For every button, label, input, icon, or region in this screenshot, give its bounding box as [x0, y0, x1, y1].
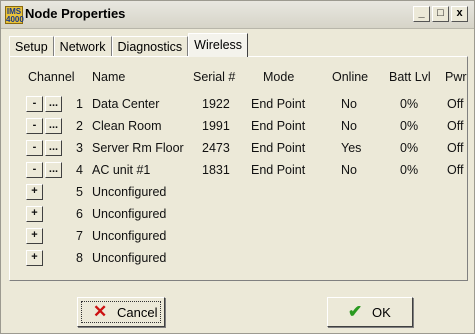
add-channel-button[interactable]: + — [26, 184, 43, 200]
window-title: Node Properties — [25, 6, 126, 21]
channel-number: 8 — [76, 251, 83, 265]
tab-setup[interactable]: Setup — [9, 36, 54, 57]
serial-number: 2473 — [202, 141, 230, 155]
ok-label: OK — [372, 305, 391, 320]
green-check-icon: ✔ — [348, 302, 363, 321]
serial-number: 1922 — [202, 97, 230, 111]
edit-channel-button[interactable]: ... — [45, 162, 62, 178]
serial-number: 1991 — [202, 119, 230, 133]
online-status: No — [341, 97, 357, 111]
channel-name: Data Center — [92, 97, 160, 111]
red-x-icon: ✕ — [93, 302, 108, 321]
tab-diagnostics[interactable]: Diagnostics — [111, 36, 189, 57]
channel-row: -... 3 Server Rm Floor 2473 End Point Yes 0% Of… — [1, 139, 475, 159]
title-bar[interactable]: IMS 4000 Node Properties _ □ x — [1, 1, 474, 29]
battery-level: 0% — [400, 119, 419, 133]
add-channel-button[interactable]: + — [26, 206, 43, 222]
app-logo-icon: IMS 4000 — [5, 6, 24, 24]
cancel-button[interactable]: ✕ Cancel — [77, 297, 165, 327]
ok-button[interactable]: ✔ OK — [327, 297, 413, 327]
add-channel-button[interactable]: + — [26, 228, 43, 244]
mode-value: End Point — [251, 119, 306, 133]
edit-channel-button[interactable]: ... — [45, 96, 62, 112]
remove-channel-button[interactable]: - — [26, 140, 43, 156]
header-mode: Mode — [263, 70, 295, 84]
minimize-button[interactable]: _ — [413, 6, 430, 22]
channel-name: Unconfigured — [92, 251, 167, 265]
channel-name: Unconfigured — [92, 185, 167, 199]
power-status: Off — [447, 163, 464, 177]
edit-channel-button[interactable]: ... — [45, 140, 62, 156]
channel-number: 7 — [76, 229, 83, 243]
channel-name: Clean Room — [92, 119, 162, 133]
header-name: Name — [92, 70, 126, 84]
online-status: No — [341, 119, 357, 133]
remove-channel-button[interactable]: - — [26, 118, 43, 134]
channel-row: +5 Unconfigured — [1, 183, 475, 203]
header-batt-lvl: Batt Lvl — [389, 70, 431, 84]
channel-number: 2 — [76, 119, 83, 133]
header-pwr: Pwr — [445, 70, 467, 84]
maximize-button[interactable]: □ — [432, 6, 449, 22]
channel-name: Unconfigured — [92, 229, 167, 243]
mode-value: End Point — [251, 163, 306, 177]
channel-row: +7 Unconfigured — [1, 227, 475, 247]
channel-number: 4 — [76, 163, 83, 177]
channel-name: AC unit #1 — [92, 163, 151, 177]
remove-channel-button[interactable]: - — [26, 96, 43, 112]
tab-wireless[interactable]: Wireless — [188, 33, 249, 57]
channel-row: +8 Unconfigured — [1, 249, 475, 269]
node-properties-window: IMS 4000 Node Properties _ □ x Setup Netw… — [0, 0, 475, 334]
channel-name: Server Rm Floor — [92, 141, 184, 155]
channel-row: -... 1 Data Center 1922 End Point No 0% Off — [1, 95, 475, 115]
channel-number: 5 — [76, 185, 83, 199]
serial-number: 1831 — [202, 163, 230, 177]
channel-row: +6 Unconfigured — [1, 205, 475, 225]
tab-strip: Setup Network Diagnostics Wireless — [9, 33, 249, 57]
battery-level: 0% — [400, 141, 419, 155]
channel-row: -... 4 AC unit #1 1831 End Point No 0% Off — [1, 161, 475, 181]
mode-value: End Point — [251, 141, 306, 155]
cancel-label: Cancel — [117, 305, 158, 320]
close-button[interactable]: x — [451, 6, 468, 22]
battery-level: 0% — [400, 97, 419, 111]
battery-level: 0% — [400, 163, 419, 177]
header-serial: Serial # — [193, 70, 236, 84]
channel-row: -... 2 Clean Room 1991 End Point No 0% Off — [1, 117, 475, 137]
power-status: Off — [447, 119, 464, 133]
channel-number: 3 — [76, 141, 83, 155]
power-status: Off — [447, 141, 464, 155]
remove-channel-button[interactable]: - — [26, 162, 43, 178]
online-status: No — [341, 163, 357, 177]
channel-number: 1 — [76, 97, 83, 111]
channel-name: Unconfigured — [92, 207, 167, 221]
power-status: Off — [447, 97, 464, 111]
mode-value: End Point — [251, 97, 306, 111]
header-online: Online — [332, 70, 369, 84]
edit-channel-button[interactable]: ... — [45, 118, 62, 134]
online-status: Yes — [341, 141, 362, 155]
add-channel-button[interactable]: + — [26, 250, 43, 266]
tab-network[interactable]: Network — [53, 36, 112, 57]
channel-number: 6 — [76, 207, 83, 221]
header-channel: Channel — [28, 70, 75, 84]
